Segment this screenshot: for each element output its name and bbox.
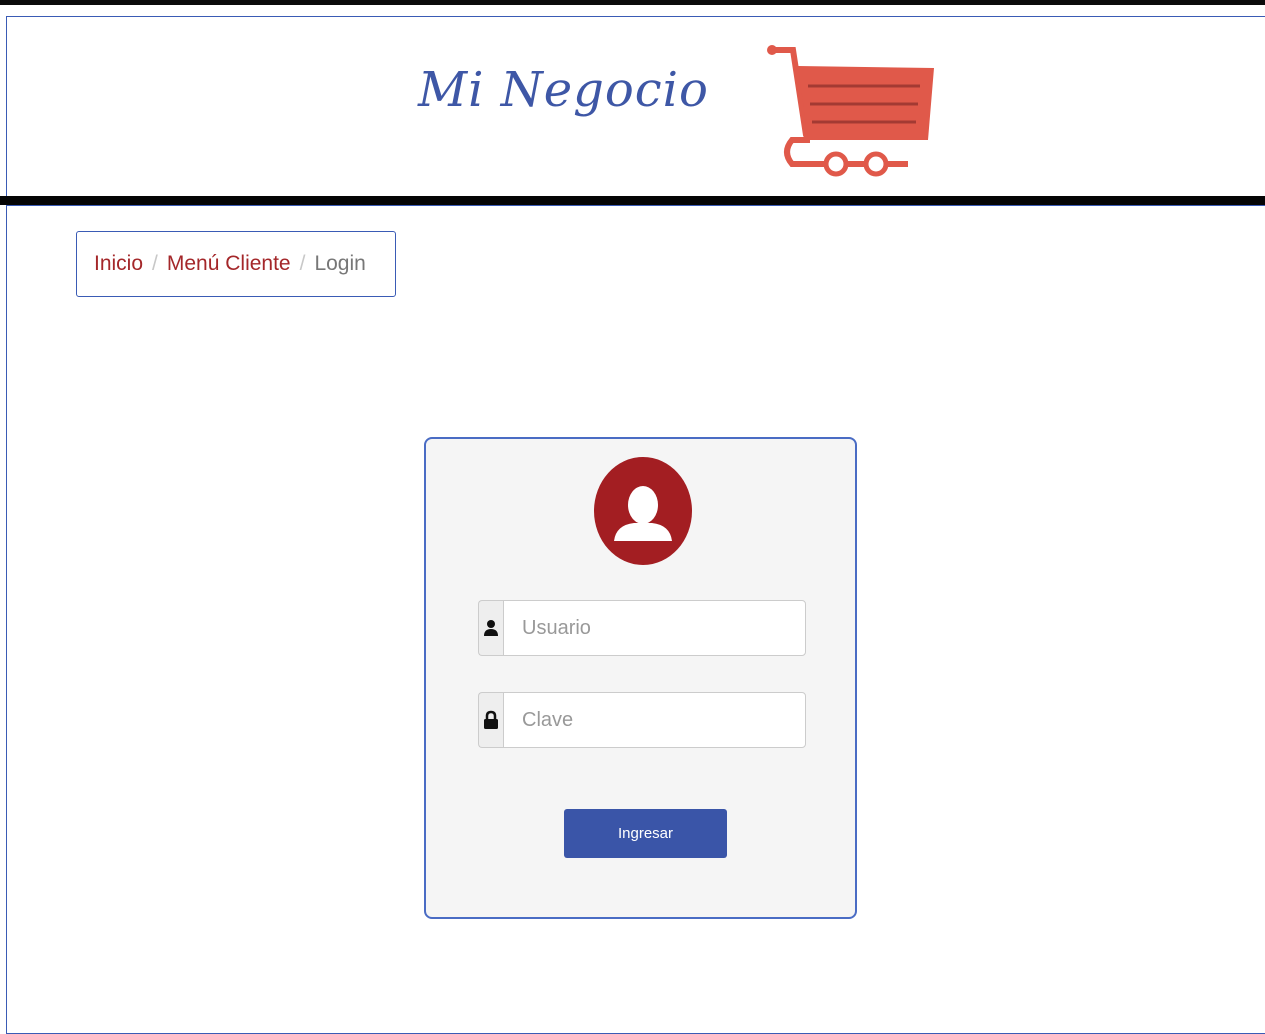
- breadcrumb-link-inicio[interactable]: Inicio: [94, 252, 143, 276]
- header-divider: [0, 196, 1265, 205]
- brand-title[interactable]: Mi Negocio: [418, 62, 709, 118]
- login-panel: Ingresar: [424, 437, 857, 919]
- user-avatar-icon: [594, 457, 692, 565]
- lock-icon: [478, 692, 503, 748]
- breadcrumb-link-menu-cliente[interactable]: Menú Cliente: [167, 252, 291, 276]
- breadcrumb-current: Login: [314, 252, 366, 275]
- password-input-group: [478, 692, 806, 748]
- login-submit-button[interactable]: Ingresar: [564, 809, 727, 858]
- breadcrumb: Inicio / Menú Cliente / Login: [76, 231, 396, 297]
- shopping-cart-icon: [767, 45, 934, 177]
- breadcrumb-separator: /: [299, 252, 306, 275]
- username-input-group: [478, 600, 806, 656]
- breadcrumb-separator: /: [152, 252, 158, 275]
- username-input[interactable]: [503, 600, 806, 656]
- user-icon: [478, 600, 503, 656]
- password-input[interactable]: [503, 692, 806, 748]
